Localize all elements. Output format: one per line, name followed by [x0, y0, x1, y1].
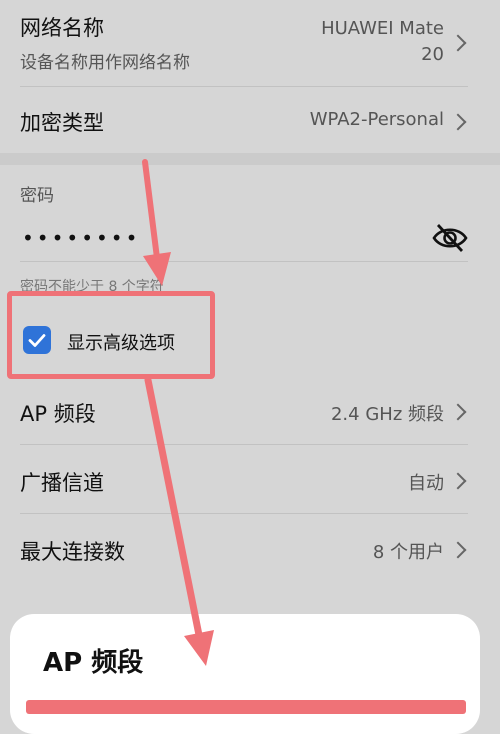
show-advanced-label[interactable]: 显示高级选项 — [67, 329, 175, 355]
max-connections-title: 最大连接数 — [20, 540, 125, 564]
broadcast-channel-title: 广播信道 — [20, 471, 104, 495]
chevron-right-icon — [449, 541, 467, 559]
checkmark-icon — [28, 334, 46, 347]
network-name-title: 网络名称 — [20, 16, 104, 40]
encryption-type-value: WPA2-Personal — [309, 109, 444, 130]
network-name-subtitle: 设备名称用作网络名称 — [20, 53, 190, 73]
ap-band-row[interactable]: AP 频段 2.4 GHz 频段 — [0, 378, 500, 444]
ap-band-value: 2.4 GHz 频段 — [330, 404, 444, 425]
max-connections-value: 8 个用户 — [372, 542, 444, 563]
max-connections-row[interactable]: 最大连接数 8 个用户 — [0, 514, 500, 582]
ap-band-title: AP 频段 — [20, 402, 96, 426]
password-label: 密码 — [20, 186, 54, 206]
broadcast-channel-row[interactable]: 广播信道 自动 — [0, 445, 500, 513]
annotation-arrow-1 — [142, 159, 160, 261]
chevron-right-icon — [449, 113, 467, 131]
encryption-type-row[interactable]: 加密类型 WPA2-Personal — [0, 87, 500, 153]
eye-off-icon[interactable] — [432, 222, 468, 258]
chevron-right-icon — [449, 403, 467, 421]
ap-band-bottom-sheet: AP 频段 — [10, 614, 480, 734]
broadcast-channel-value: 自动 — [408, 473, 444, 494]
section-separator — [0, 153, 500, 165]
password-field[interactable]: •••••••• — [22, 226, 140, 250]
chevron-right-icon — [449, 34, 467, 52]
network-name-value-line2: 20 — [421, 44, 444, 65]
network-name-row[interactable]: 网络名称 设备名称用作网络名称 HUAWEI Mate 20 — [0, 0, 500, 86]
chevron-right-icon — [449, 472, 467, 490]
password-underline — [20, 261, 468, 262]
show-advanced-checkbox[interactable] — [23, 326, 51, 354]
encryption-type-title: 加密类型 — [20, 111, 104, 135]
sheet-title: AP 频段 — [43, 648, 144, 678]
network-name-value-line1: HUAWEI Mate — [321, 18, 444, 39]
annotation-highlight-bar — [26, 700, 466, 714]
